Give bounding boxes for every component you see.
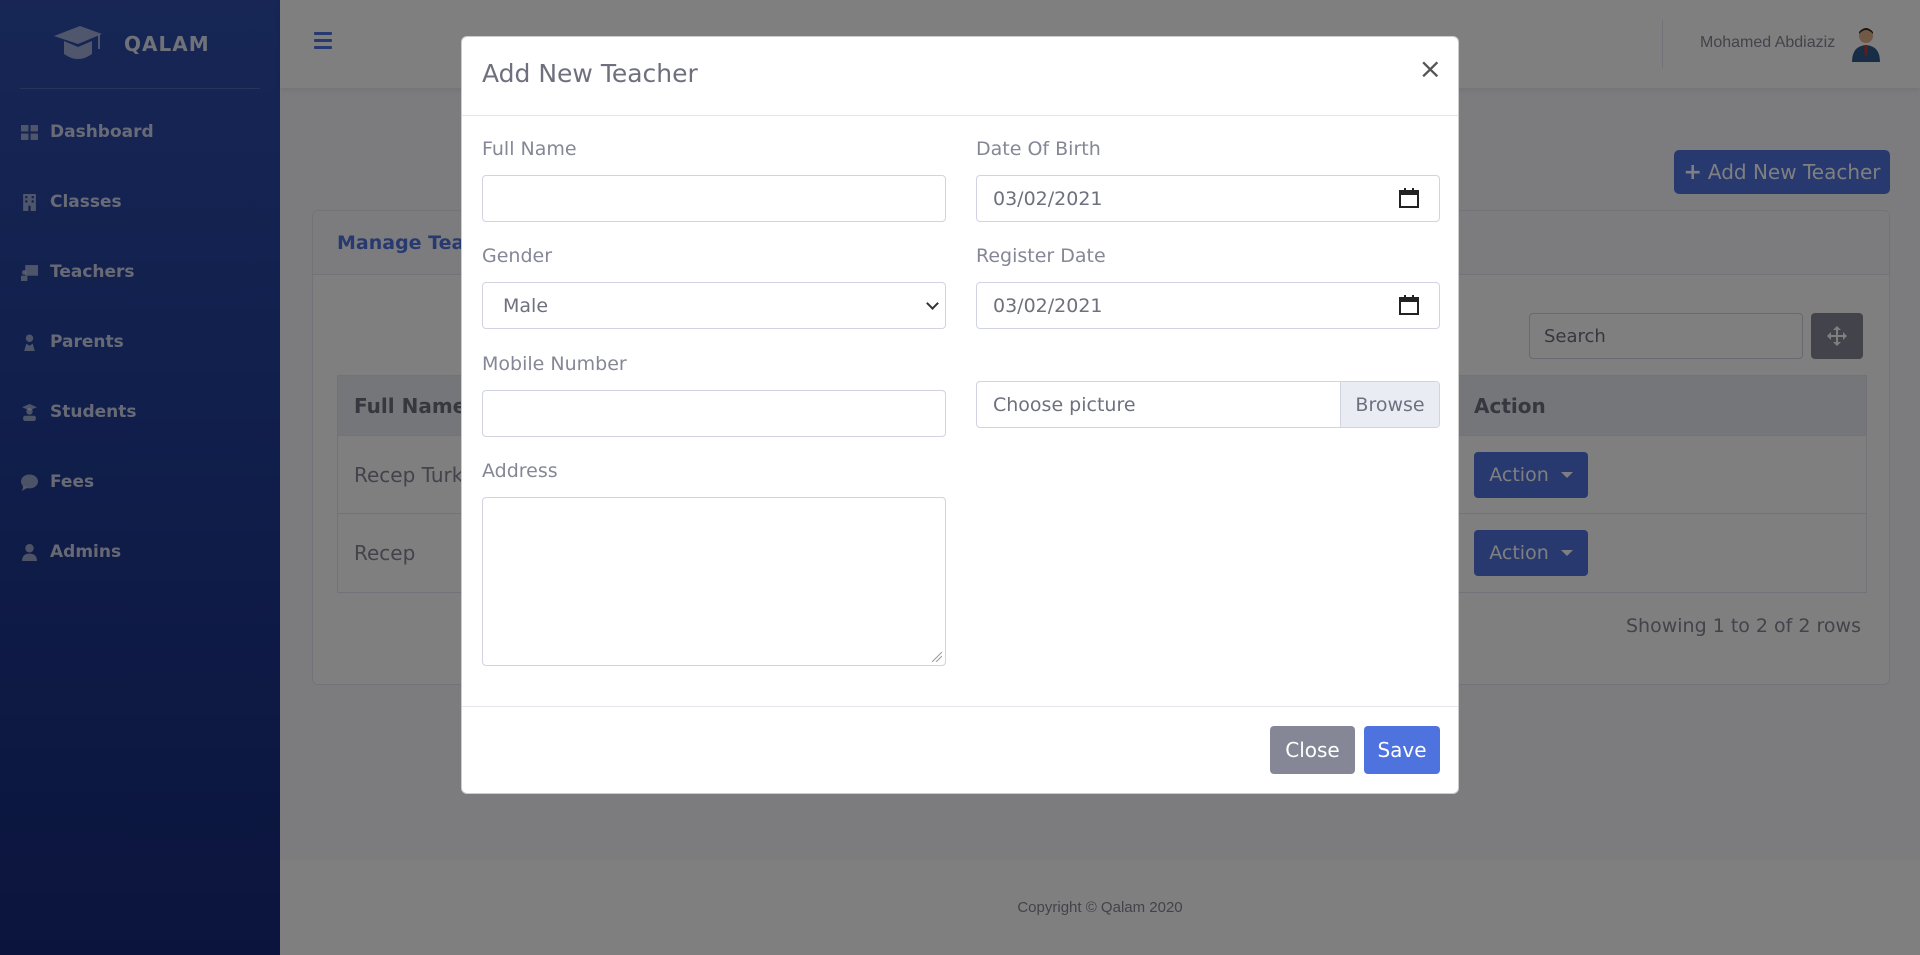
register-date-field[interactable]: 03/02/2021 (976, 282, 1440, 329)
chevron-down-icon (926, 297, 939, 310)
picture-file-input[interactable]: Choose picture Browse (976, 381, 1440, 428)
calendar-icon[interactable] (1399, 188, 1419, 208)
calendar-icon[interactable] (1399, 295, 1419, 315)
full-name-field[interactable] (482, 175, 946, 222)
close-button[interactable]: Close (1270, 726, 1355, 774)
date-of-birth-value: 03/02/2021 (993, 187, 1103, 210)
register-date-value: 03/02/2021 (993, 294, 1103, 317)
gender-select[interactable]: Male (482, 282, 946, 329)
close-icon[interactable]: × (1419, 55, 1442, 83)
date-of-birth-field[interactable]: 03/02/2021 (976, 175, 1440, 222)
mobile-number-field[interactable] (482, 390, 946, 437)
choose-picture-label: Choose picture (993, 393, 1136, 416)
address-field[interactable] (482, 497, 946, 666)
register-date-label: Register Date (976, 245, 1106, 267)
save-button[interactable]: Save (1364, 726, 1440, 774)
mobile-number-label: Mobile Number (482, 353, 627, 375)
modal-header: Add New Teacher × (462, 37, 1458, 116)
date-of-birth-label: Date Of Birth (976, 138, 1101, 160)
full-name-label: Full Name (482, 138, 577, 160)
gender-value: Male (503, 294, 549, 317)
address-label: Address (482, 460, 558, 482)
modal-title: Add New Teacher (482, 59, 698, 88)
gender-label: Gender (482, 245, 553, 267)
resize-handle-icon[interactable] (932, 652, 942, 662)
add-teacher-modal: Add New Teacher × Full Name Gender Male … (461, 36, 1459, 794)
modal-footer: Close Save (462, 706, 1458, 794)
browse-button[interactable]: Browse (1340, 382, 1439, 427)
